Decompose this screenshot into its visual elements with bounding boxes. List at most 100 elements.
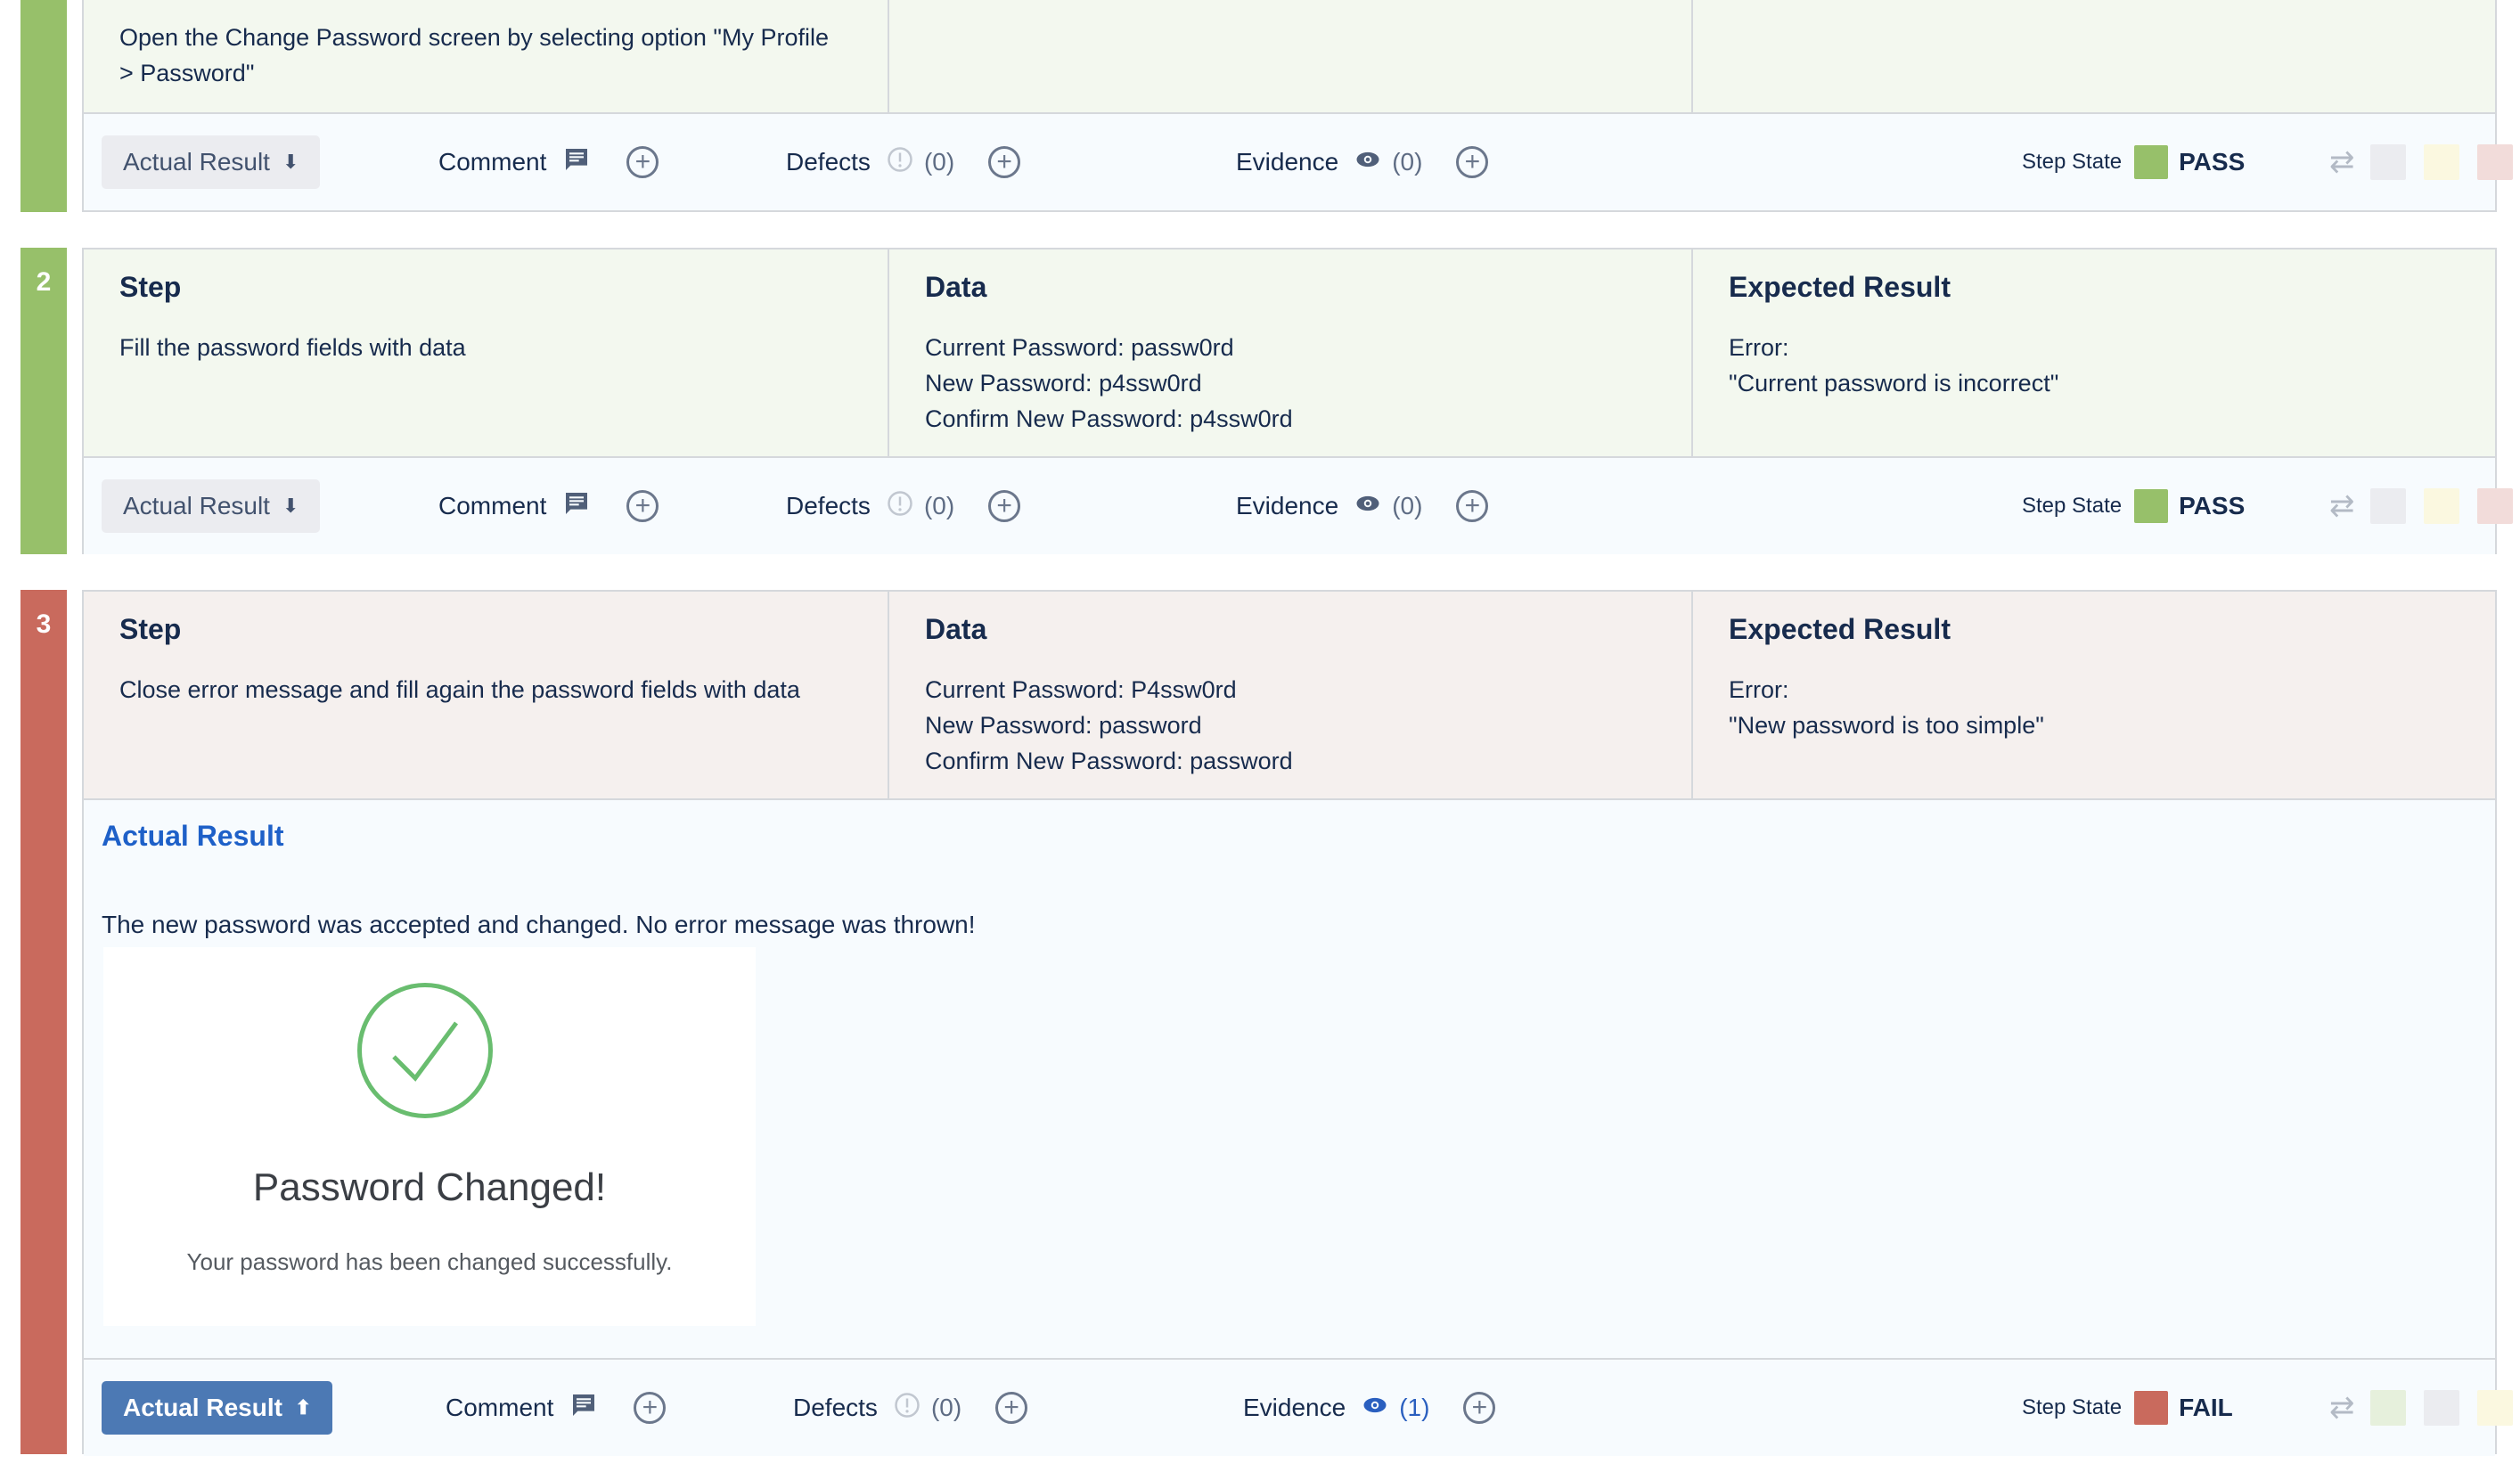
expected-header: Expected Result	[1729, 271, 1951, 303]
comment-group: Comment +	[446, 1360, 667, 1456]
add-evidence-icon[interactable]: +	[1456, 490, 1489, 522]
step-state-swatch	[2134, 489, 2169, 523]
defects-group: Defects (0) +	[786, 458, 1021, 554]
defects-group: Defects (0) +	[786, 114, 1021, 210]
step-2-status-bar: 2	[20, 248, 67, 554]
swap-arrows-icon[interactable]: ⇄	[2329, 488, 2355, 524]
actual-result-toggle-button[interactable]: Actual Result ⬇	[102, 135, 321, 189]
step-3-data-line: Confirm New Password: password	[925, 748, 1293, 774]
step-3-step-text: Close error message and fill again the p…	[119, 676, 800, 703]
step-1-expected-cell	[1693, 0, 2495, 112]
defects-count: (0)	[923, 148, 955, 176]
defects-label: Defects	[793, 1394, 878, 1421]
eye-icon	[1354, 490, 1381, 523]
step-2-data-cell: Data Current Password: passw0rd New Pass…	[889, 249, 1693, 456]
step-state-swatch	[2134, 1391, 2169, 1425]
evidence-title: Password Changed!	[252, 1165, 607, 1209]
step-state-value: PASS	[2179, 492, 2246, 519]
swap-arrows-icon[interactable]: ⇄	[2329, 1390, 2355, 1426]
add-evidence-icon[interactable]: +	[1456, 146, 1489, 178]
step-3-step-cell: Step Close error message and fill again …	[84, 592, 889, 798]
eye-icon	[1354, 146, 1381, 179]
defects-label: Defects	[786, 148, 871, 176]
add-evidence-icon[interactable]: +	[1463, 1392, 1496, 1424]
chevron-double-down-icon: ⬇	[282, 495, 299, 517]
comment-icon[interactable]	[562, 489, 591, 524]
step-2-step-text: Fill the password fields with data	[119, 334, 466, 361]
step-1-step-cell: Open the Change Password screen by selec…	[84, 0, 889, 112]
add-defect-icon[interactable]: +	[988, 490, 1021, 522]
state-todo-button[interactable]	[2370, 488, 2406, 524]
evidence-label: Evidence	[1236, 148, 1339, 176]
step-2-data-line: New Password: p4ssw0rd	[925, 370, 1202, 397]
evidence-group: Evidence (1) +	[1243, 1360, 1496, 1456]
defect-info-icon	[887, 490, 913, 523]
state-executing-button[interactable]	[2424, 488, 2459, 524]
step-3-status-bar: 3	[20, 590, 67, 1454]
evidence-count[interactable]: (1)	[1399, 1394, 1429, 1422]
add-comment-icon[interactable]: +	[634, 1392, 667, 1424]
checkmark-circle-icon	[357, 983, 493, 1118]
state-todo-button[interactable]	[2370, 144, 2406, 180]
comment-icon[interactable]	[562, 145, 591, 180]
evidence-count: (0)	[1392, 148, 1423, 176]
step-state-value: PASS	[2179, 148, 2246, 176]
evidence-subtitle: Your password has been changed successfu…	[186, 1248, 673, 1275]
comment-label: Comment	[438, 148, 547, 176]
step-1-box: Open the Change Password screen by selec…	[82, 0, 2513, 212]
evidence-label: Evidence	[1243, 1394, 1346, 1421]
evidence-group: Evidence (0) +	[1236, 458, 1489, 554]
step-2-step-cell: Step Fill the password fields with data	[84, 249, 889, 456]
state-fail-button[interactable]	[2477, 488, 2513, 524]
evidence-group: Evidence (0) +	[1236, 114, 1489, 210]
expected-header: Expected Result	[1729, 613, 1951, 645]
actual-result-toggle-button[interactable]: Actual Result ⬇	[102, 479, 321, 533]
step-2-expected-cell: Expected Result Error: "Current password…	[1693, 249, 2495, 456]
step-2-expected-line: "Current password is incorrect"	[1729, 370, 2059, 397]
state-pass-button[interactable]	[2370, 1390, 2406, 1426]
step-3-number: 3	[36, 609, 52, 639]
evidence-screenshot[interactable]: Password Changed! Your password has been…	[103, 947, 756, 1326]
step-3-expected-line: Error:	[1729, 676, 1789, 703]
add-defect-icon[interactable]: +	[988, 146, 1021, 178]
data-header: Data	[925, 271, 987, 303]
step-2: 2 Step Fill the password fields with dat…	[0, 248, 2520, 554]
step-state-swatch	[2134, 145, 2169, 179]
defect-info-icon	[887, 146, 913, 179]
step-2-number: 2	[36, 267, 52, 297]
step-3-box: Step Close error message and fill again …	[82, 590, 2513, 1456]
evidence-label: Evidence	[1236, 492, 1339, 519]
step-2-expected-line: Error:	[1729, 334, 1789, 361]
state-todo-button[interactable]	[2424, 1390, 2459, 1426]
step-3-expected-cell: Expected Result Error: "New password is …	[1693, 592, 2495, 798]
step-1-toolbar: Actual Result ⬇ Comment + Defects (0) + …	[84, 112, 2513, 210]
swap-arrows-icon[interactable]: ⇄	[2329, 144, 2355, 180]
eye-icon	[1362, 1392, 1388, 1425]
step-state-label: Step State	[2022, 150, 2123, 174]
step-state-label: Step State	[2022, 1395, 2123, 1419]
comment-icon[interactable]	[569, 1391, 598, 1426]
add-defect-icon[interactable]: +	[995, 1392, 1028, 1424]
actual-result-title: Actual Result	[102, 820, 284, 852]
step-2-box: Step Fill the password fields with data …	[82, 248, 2513, 554]
actual-result-toggle-button[interactable]: Actual Result ⬆	[102, 1381, 333, 1435]
chevron-double-down-icon: ⬇	[282, 151, 299, 173]
step-header: Step	[119, 613, 182, 645]
step-header: Step	[119, 271, 182, 303]
add-comment-icon[interactable]: +	[626, 490, 659, 522]
comment-label: Comment	[446, 1394, 554, 1421]
step-1-data-cell	[889, 0, 1693, 112]
data-header: Data	[925, 613, 987, 645]
step-state-group: Step State PASS	[2022, 458, 2245, 554]
step-1-step-text-line: Open the Change Password screen by selec…	[119, 24, 830, 51]
state-executing-button[interactable]	[2424, 144, 2459, 180]
state-executing-button[interactable]	[2477, 1390, 2513, 1426]
defects-group: Defects (0) +	[793, 1360, 1028, 1456]
comment-group: Comment +	[438, 458, 659, 554]
defect-info-icon	[894, 1392, 920, 1425]
step-3-data-line: New Password: password	[925, 712, 1202, 739]
state-fail-button[interactable]	[2477, 144, 2513, 180]
comment-label: Comment	[438, 492, 547, 519]
actual-result-label: Actual Result	[123, 148, 270, 176]
add-comment-icon[interactable]: +	[626, 146, 659, 178]
